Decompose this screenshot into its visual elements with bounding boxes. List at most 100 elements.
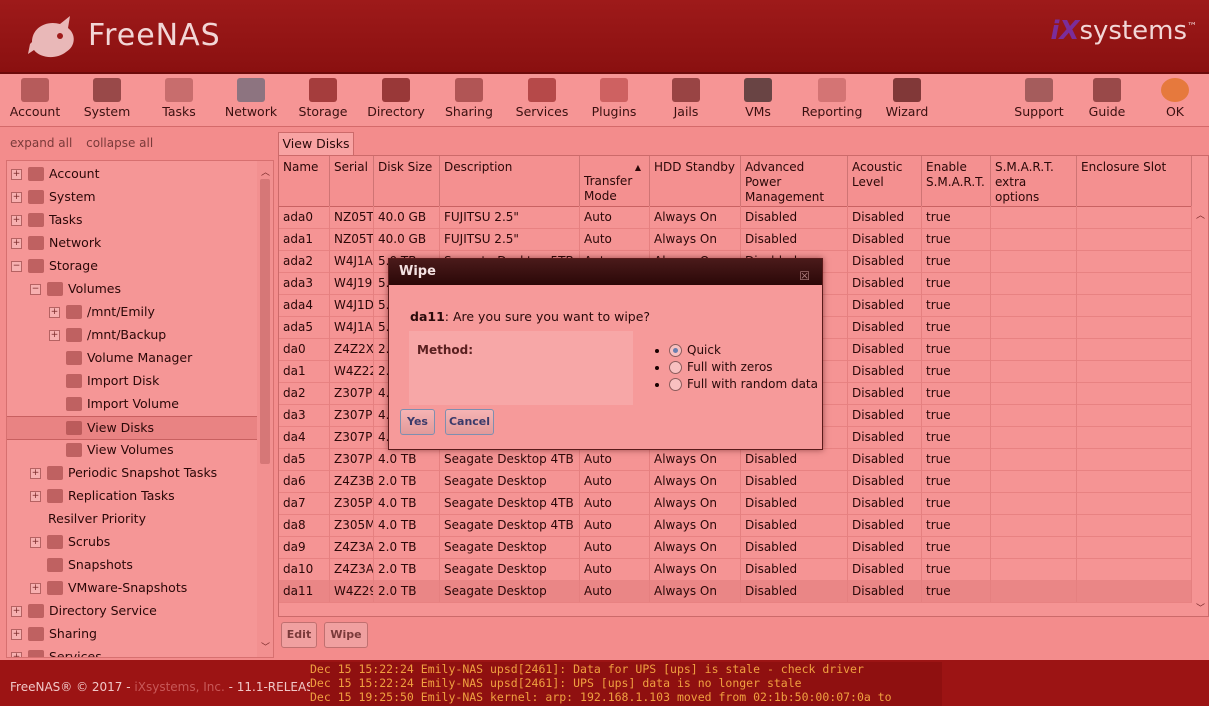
wipe-button[interactable]: Wipe <box>324 622 368 648</box>
toolbar-services-button[interactable]: Services <box>508 74 576 126</box>
table-row[interactable]: da6 Z4Z3BI 2.0 TB Seagate Desktop Auto Always… <box>279 470 1192 493</box>
sidebar-item-periodic-snapshot-tasks[interactable]: + Periodic Snapshot Tasks <box>7 462 257 484</box>
sidebar-item-directory-service[interactable]: + Directory Service <box>7 600 257 622</box>
column-header[interactable]: Enable S.M.A.R.T. <box>922 156 991 206</box>
sidebar-item-mnt-emily[interactable]: + /mnt/Emily <box>7 301 257 323</box>
column-header[interactable]: Serial <box>330 156 374 206</box>
table-row[interactable]: da5Z307PE4.0 TBSeagate Desktop 4TBAutoAl… <box>279 448 1192 471</box>
ixsystems-logo[interactable]: iXsystems™ <box>1050 16 1197 46</box>
table-scrollbar[interactable]: ︿ ﹀ <box>1192 206 1208 616</box>
collapse-icon[interactable]: − <box>30 284 41 295</box>
expand-icon[interactable]: + <box>30 537 41 548</box>
column-header[interactable]: Description <box>440 156 580 206</box>
expand-icon[interactable]: + <box>49 307 60 318</box>
column-header[interactable]: Disk Size <box>374 156 440 206</box>
sidebar-item-storage[interactable]: − Storage <box>7 255 257 277</box>
expand-icon[interactable]: + <box>11 652 22 657</box>
sidebar-item-volume-manager[interactable]: Volume Manager <box>7 347 257 369</box>
collapse-all-link[interactable]: collapse all <box>86 136 153 150</box>
expand-all-link[interactable]: expand all <box>10 136 72 150</box>
sidebar-item-resilver-priority[interactable]: Resilver Priority <box>7 508 257 530</box>
toolbar-support-button[interactable]: Support <box>1005 74 1073 126</box>
sidebar-item-mnt-backup[interactable]: + /mnt/Backup <box>7 324 257 346</box>
toolbar-vms-button[interactable]: VMs <box>724 74 792 126</box>
sidebar-item-sharing[interactable]: + Sharing <box>7 623 257 645</box>
sidebar-item-import-volume[interactable]: Import Volume <box>7 393 257 415</box>
table-row[interactable]: ada0NZ05T740.0 GBFUJITSU 2.5"AutoAlways … <box>279 206 1192 229</box>
expand-icon[interactable]: + <box>30 491 41 502</box>
sidebar-item-scrubs[interactable]: + Scrubs <box>7 531 257 553</box>
column-header[interactable]: Name <box>279 156 330 206</box>
scroll-up-icon[interactable]: ︿ <box>261 165 270 178</box>
table-cell: Always On <box>650 536 741 558</box>
toolbar-account-button[interactable]: Account <box>1 74 69 126</box>
sidebar-item-snapshots[interactable]: Snapshots <box>7 554 257 576</box>
close-icon[interactable]: ☒ <box>799 263 810 289</box>
toolbar-directory-button[interactable]: Directory <box>362 74 430 126</box>
table-row[interactable]: da10 Z4Z3AI 2.0 TB Seagate Desktop Auto Alway… <box>279 558 1192 581</box>
sidebar-item-tasks[interactable]: + Tasks <box>7 209 257 231</box>
yes-button[interactable]: Yes <box>400 409 435 435</box>
sidebar-item-volumes[interactable]: − Volumes <box>7 278 257 300</box>
toolbar-system-button[interactable]: System <box>73 74 141 126</box>
vendor-link[interactable]: iXsystems, Inc. <box>134 680 224 694</box>
sidebar-item-vmware-snapshots[interactable]: + VMware-Snapshots <box>7 577 257 599</box>
table-cell <box>991 316 1077 338</box>
tree-scrollbar[interactable]: ︿ ﹀ <box>257 161 273 657</box>
column-header[interactable]: Enclosure Slot <box>1077 156 1192 206</box>
scroll-up-icon[interactable]: ︿ <box>1196 208 1205 221</box>
expand-icon[interactable]: + <box>11 169 22 180</box>
zeros-radio[interactable] <box>669 361 682 374</box>
random-radio[interactable] <box>669 378 682 391</box>
sidebar-item-replication-tasks[interactable]: + Replication Tasks <box>7 485 257 507</box>
clock-icon <box>165 78 193 102</box>
cancel-button[interactable]: Cancel <box>445 409 494 435</box>
edit-button[interactable]: Edit <box>281 622 317 648</box>
quick-radio[interactable] <box>669 344 682 357</box>
scroll-down-icon[interactable]: ﹀ <box>261 640 270 653</box>
toolbar-guide-button[interactable]: Guide <box>1073 74 1141 126</box>
column-header[interactable]: S.M.A.R.T. extra options <box>991 156 1077 206</box>
expand-icon[interactable]: + <box>49 330 60 341</box>
table-cell: Seagate Desktop <box>440 580 580 602</box>
column-header[interactable]: Transfer Mode ▲ <box>580 156 650 206</box>
toolbar-network-button[interactable]: Network <box>217 74 285 126</box>
toolbar-storage-button[interactable]: Storage <box>289 74 357 126</box>
table-row[interactable]: da9Z4Z3AY2.0 TBSeagate DesktopAutoAlways… <box>279 536 1192 559</box>
table-cell <box>991 448 1077 470</box>
sidebar-item-network[interactable]: + Network <box>7 232 257 254</box>
collapse-icon[interactable]: − <box>11 261 22 272</box>
column-header[interactable]: Acoustic Level <box>848 156 922 206</box>
table-row[interactable]: da7Z305PV4.0 TBSeagate Desktop 4TBAutoAl… <box>279 492 1192 515</box>
sidebar-item-label: Tasks <box>49 212 83 227</box>
expand-icon[interactable]: + <box>30 468 41 479</box>
sidebar-item-services[interactable]: + Services <box>7 646 257 657</box>
table-row[interactable]: da8Z305MI4.0 TBSeagate Desktop 4TBAutoAl… <box>279 514 1192 537</box>
toolbar-jails-button[interactable]: Jails <box>652 74 720 126</box>
table-row[interactable]: ada1NZ05T740.0 GBFUJITSU 2.5"AutoAlways … <box>279 228 1192 251</box>
sidebar-item-account[interactable]: + Account <box>7 163 257 185</box>
dialog-titlebar[interactable]: Wipe ☒ <box>389 259 822 285</box>
column-header[interactable]: HDD Standby <box>650 156 741 206</box>
tree-scroll-thumb[interactable] <box>260 179 270 464</box>
toolbar-tasks-button[interactable]: Tasks <box>145 74 213 126</box>
column-header[interactable]: Advanced Power Management <box>741 156 848 206</box>
toolbar-plugins-button[interactable]: Plugins <box>580 74 648 126</box>
expand-icon[interactable]: + <box>11 192 22 203</box>
expand-icon[interactable]: + <box>11 629 22 640</box>
tab-view-disks[interactable]: View Disks <box>278 132 354 155</box>
expand-icon[interactable]: + <box>11 606 22 617</box>
sidebar-item-view-volumes[interactable]: View Volumes <box>7 439 257 461</box>
toolbar-wizard-button[interactable]: Wizard <box>873 74 941 126</box>
toolbar-reporting-button[interactable]: Reporting <box>798 74 866 126</box>
sidebar-item-system[interactable]: + System <box>7 186 257 208</box>
scroll-down-icon[interactable]: ﹀ <box>1196 601 1205 614</box>
expand-icon[interactable]: + <box>11 238 22 249</box>
sidebar-item-view-disks[interactable]: View Disks <box>7 416 257 440</box>
table-row[interactable]: da11 W4Z29 2.0 TB Seagate Desktop Auto Always… <box>279 580 1192 603</box>
expand-icon[interactable]: + <box>11 215 22 226</box>
sidebar-item-import-disk[interactable]: Import Disk <box>7 370 257 392</box>
toolbar-ok-button[interactable]: OK <box>1141 74 1209 126</box>
expand-icon[interactable]: + <box>30 583 41 594</box>
toolbar-sharing-button[interactable]: Sharing <box>435 74 503 126</box>
